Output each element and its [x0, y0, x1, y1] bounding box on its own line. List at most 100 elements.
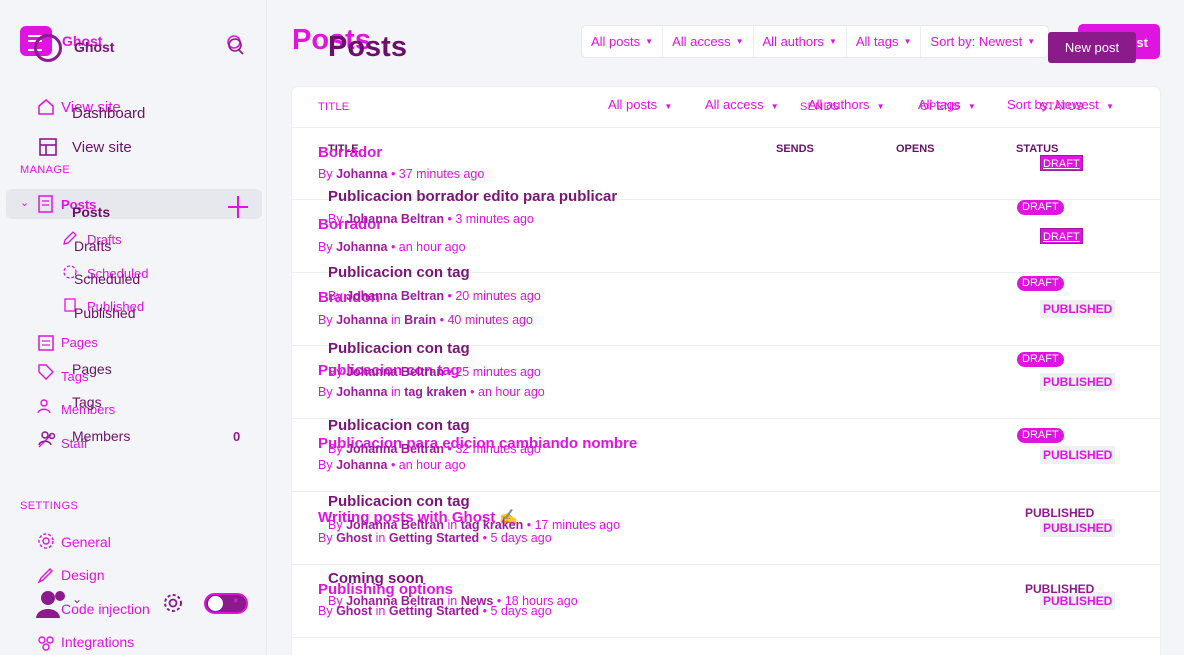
user-avatar-icon[interactable]: [34, 586, 68, 620]
filter-sort[interactable]: Sort by: Newest ▼: [921, 26, 1044, 57]
post-author: Johanna: [336, 240, 388, 254]
dark-mode-toggle[interactable]: [204, 593, 248, 614]
post-title-secondary[interactable]: Publicacion con tag: [328, 493, 470, 510]
filter-access-label: All access: [672, 34, 731, 49]
status-badge: PUBLISHED: [1040, 519, 1116, 537]
chevron-down-icon: ▼: [735, 37, 744, 46]
status-badge: DRAFT: [1040, 228, 1083, 244]
status-pill: DRAFT: [1017, 276, 1064, 291]
table-filter-tags[interactable]: All tags ▼: [918, 97, 976, 112]
brand-name-secondary: Ghost: [74, 39, 115, 55]
post-author: Johanna Beltran: [346, 518, 444, 532]
nav-view-site-2[interactable]: View site: [72, 139, 132, 156]
new-post-button-secondary[interactable]: New post: [1048, 32, 1136, 63]
post-title-secondary[interactable]: Publicacion con tag: [328, 340, 470, 357]
post-time: 25 minutes ago: [455, 365, 541, 379]
post-tag[interactable]: News: [461, 594, 494, 608]
table-filter-access[interactable]: All access ▼: [705, 97, 779, 112]
post-title[interactable]: Borrador: [318, 144, 382, 161]
post-title-secondary[interactable]: Publicacion con tag: [328, 417, 470, 434]
nav-pages-label[interactable]: Pages: [72, 361, 112, 377]
home-icon: [38, 99, 54, 115]
members-icon: [37, 399, 51, 414]
post-title-secondary[interactable]: Coming soon: [328, 570, 424, 587]
user-menu-chevron-icon[interactable]: ⌄: [72, 592, 82, 606]
post-time: an hour ago: [398, 458, 466, 472]
post-meta: By Johanna in tag kraken • an hour ago: [318, 385, 545, 399]
nav-posts-label[interactable]: Posts: [72, 204, 110, 220]
members-count-badge: 0: [233, 429, 241, 444]
post-meta-secondary: By Johanna Beltran • 20 minutes ago: [328, 289, 541, 303]
column-title-header: TITLE: [318, 101, 350, 113]
table-filter-authors-label: All authors: [808, 97, 870, 112]
new-post-plus-icon[interactable]: [228, 196, 248, 218]
post-tag[interactable]: Brain: [404, 313, 436, 327]
members-icon-2: [38, 431, 56, 446]
post-meta: By Ghost in Getting Started • 5 days ago: [318, 531, 552, 545]
nav-design[interactable]: Design: [61, 567, 105, 583]
settings-section-label: SETTINGS: [20, 500, 79, 512]
table-filter-sort[interactable]: Sort by: Newest ▼: [1007, 97, 1114, 112]
nav-members-label[interactable]: Members: [72, 428, 130, 444]
filter-tags[interactable]: All tags ▼: [847, 26, 922, 57]
chevron-down-icon: ▼: [1103, 102, 1114, 111]
site-avatar[interactable]: [34, 34, 62, 62]
row-divider: [292, 491, 1160, 492]
post-in: in: [447, 594, 458, 608]
nav-general[interactable]: General: [61, 534, 111, 550]
post-meta-secondary: By Johanna Beltran • 3 minutes ago: [328, 212, 534, 226]
post-author: Johanna Beltran: [346, 365, 444, 379]
post-author: Johanna: [336, 313, 388, 327]
status-pill: DRAFT: [1017, 352, 1064, 367]
filter-type[interactable]: All posts ▼: [582, 26, 664, 57]
layout-icon: [39, 138, 57, 156]
chevron-down-icon: ▼: [965, 102, 976, 111]
row-divider: [292, 127, 1160, 128]
filter-access[interactable]: All access ▼: [663, 26, 754, 57]
chevron-down-icon: ▼: [828, 37, 837, 46]
nav-scheduled-label[interactable]: Scheduled: [74, 271, 140, 287]
filter-type-label: All posts: [591, 34, 641, 49]
table-filter-tags-label: All tags: [918, 97, 961, 112]
post-in: in: [447, 518, 458, 532]
sidebar: Ghost Ghost View site Dashboard View sit…: [0, 0, 267, 655]
post-time: 32 minutes ago: [455, 442, 541, 456]
chevron-down-icon: ▼: [874, 102, 885, 111]
filter-bar: All posts ▼ All access ▼ All authors ▼ All …: [581, 25, 1049, 58]
chevron-down-icon[interactable]: ⌄: [20, 196, 29, 209]
search-icon[interactable]: [226, 34, 244, 56]
pages-icon: [38, 335, 54, 351]
post-in: in: [375, 531, 386, 545]
post-meta: By Johanna • an hour ago: [318, 240, 466, 254]
nav-published-label[interactable]: Published: [74, 305, 136, 321]
status-badge: PUBLISHED: [1040, 373, 1116, 391]
post-title-secondary[interactable]: Publicacion con tag: [328, 264, 470, 281]
post-time: 3 minutes ago: [455, 212, 534, 226]
post-author: Ghost: [336, 531, 373, 545]
post-time: 18 hours ago: [504, 594, 578, 608]
post-author: Johanna: [336, 167, 388, 181]
table-filter-sort-label: Sort by: Newest: [1007, 97, 1099, 112]
table-filter-posts[interactable]: All posts ▼: [608, 97, 672, 112]
table-filter-authors[interactable]: All authors ▼: [808, 97, 885, 112]
status-pill: DRAFT: [1017, 428, 1064, 443]
post-time: 37 minutes ago: [398, 167, 485, 181]
nav-dashboard[interactable]: Dashboard: [72, 105, 145, 122]
post-tag[interactable]: tag kraken: [461, 518, 524, 532]
post-meta-secondary: By Johanna Beltran • 32 minutes ago: [328, 442, 541, 456]
status-text: PUBLISHED: [1025, 582, 1095, 596]
row-divider: [292, 564, 1160, 565]
nav-integrations[interactable]: Integrations: [61, 634, 134, 650]
table-filter-posts-label: All posts: [608, 97, 658, 112]
filter-authors[interactable]: All authors ▼: [754, 26, 847, 57]
post-tag[interactable]: tag kraken: [404, 385, 467, 399]
nav-pages[interactable]: Pages: [61, 335, 98, 350]
post-tag[interactable]: Getting Started: [389, 531, 479, 545]
status-badge: PUBLISHED: [1040, 446, 1116, 464]
status-badge: DRAFT: [1040, 155, 1083, 171]
post-in: in: [390, 313, 401, 327]
nav-tags-label[interactable]: Tags: [72, 394, 102, 410]
settings-gear-icon[interactable]: [162, 592, 184, 614]
post-title-secondary[interactable]: Publicacion borrador edito para publicar: [328, 188, 617, 205]
nav-drafts-label[interactable]: Drafts: [74, 238, 111, 254]
